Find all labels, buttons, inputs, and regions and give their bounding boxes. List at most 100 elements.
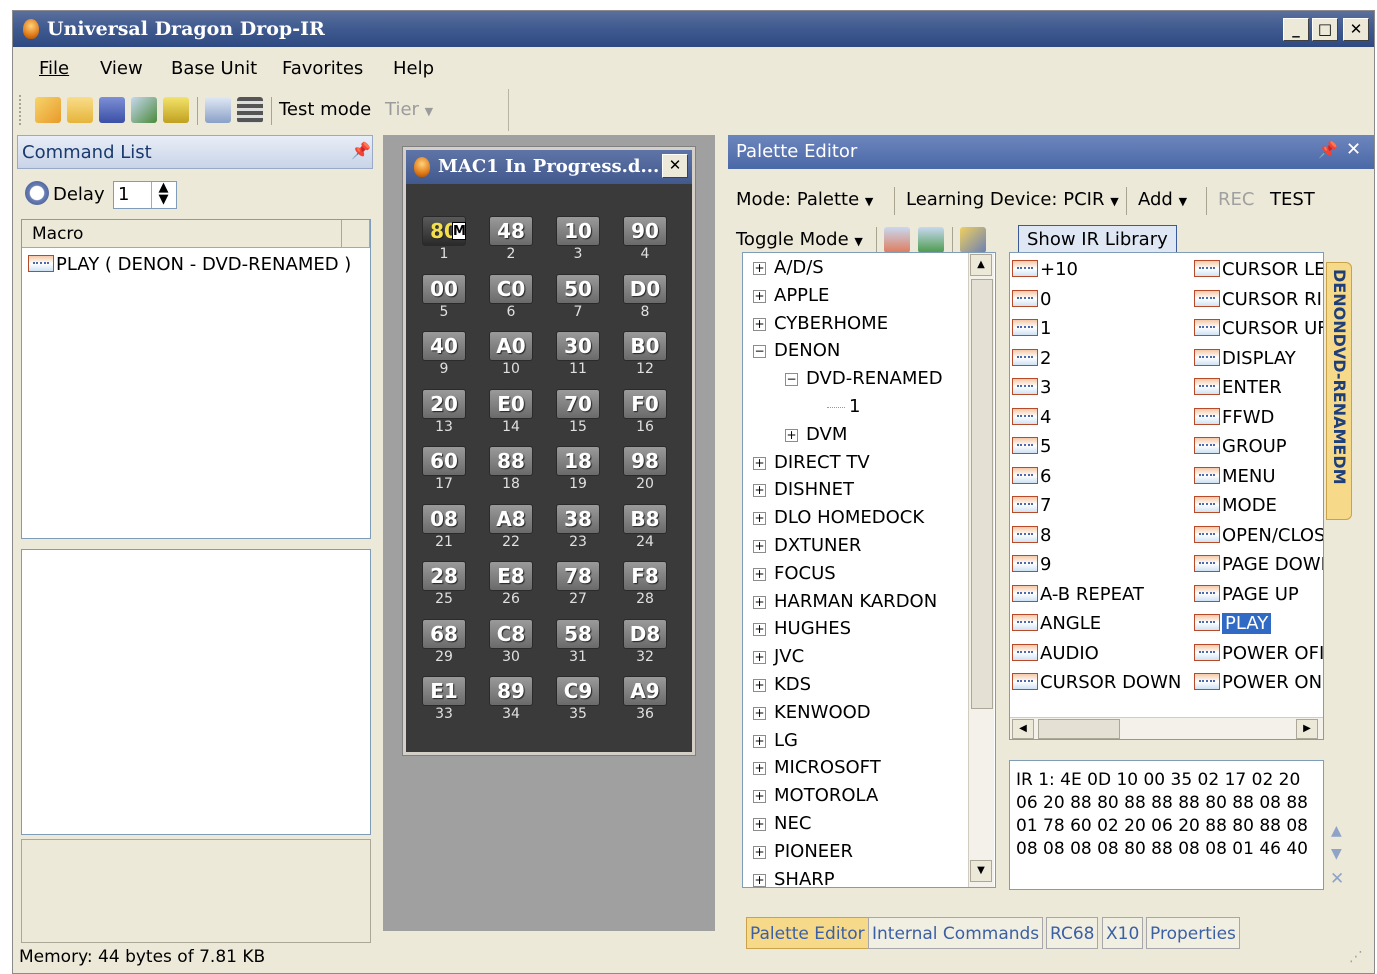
palette-command[interactable]: DISPLAY	[1194, 348, 1296, 369]
close-button[interactable]: ✕	[1343, 18, 1369, 41]
palette-command[interactable]: CURSOR UF	[1194, 318, 1323, 339]
palette-command[interactable]: 0	[1012, 289, 1051, 310]
keypad-key[interactable]: A9	[623, 676, 667, 706]
tree-node[interactable]: + HUGHES	[753, 618, 851, 639]
tree-node[interactable]: + HARMAN KARDON	[753, 591, 937, 612]
export-icon[interactable]	[131, 97, 157, 123]
keypad-key[interactable]: C0	[489, 273, 533, 304]
palette-command[interactable]: ANGLE	[1012, 613, 1101, 634]
expand-icon[interactable]: +	[753, 762, 766, 776]
tree-node[interactable]: + A/D/S	[753, 257, 824, 278]
expand-icon[interactable]: +	[753, 845, 766, 859]
menu-file[interactable]: File	[39, 58, 69, 79]
keypad-key[interactable]: F8	[623, 561, 667, 591]
macro-window-titlebar[interactable]: MAC1 In Progress.d... ✕	[406, 150, 692, 184]
toggle-mode-dropdown[interactable]: Toggle Mode ▼	[736, 229, 863, 250]
palette-command[interactable]: 4	[1012, 407, 1051, 428]
palette-command[interactable]: 6	[1012, 466, 1051, 487]
scroll-left-arrow-icon[interactable]: ◀	[1012, 719, 1034, 739]
ir-library-tree[interactable]: + A/D/S + APPLE + CYBERHOME − DENON − DVD-RENAMED…	[742, 252, 996, 888]
tree-scrollbar[interactable]: ▲ ▼	[968, 253, 994, 887]
keypad-key[interactable]: 18	[556, 446, 600, 476]
palette-command[interactable]: 2	[1012, 348, 1051, 369]
tree-node[interactable]: + CYBERHOME	[753, 313, 888, 334]
palette-command[interactable]: MENU	[1194, 466, 1276, 487]
keypad-key[interactable]: B0	[623, 331, 667, 361]
close-icon[interactable]: ✕	[1346, 139, 1361, 160]
palette-command[interactable]: FFWD	[1194, 407, 1274, 428]
keypad-key[interactable]: B8	[623, 503, 667, 534]
tree-node[interactable]: + MICROSOFT	[753, 757, 881, 778]
keypad-key[interactable]: 90	[623, 216, 667, 246]
palette-command[interactable]: 1	[1012, 318, 1051, 339]
palette-command[interactable]: CURSOR DOWN	[1012, 672, 1181, 693]
expand-icon[interactable]: +	[753, 540, 766, 553]
expand-icon[interactable]: +	[753, 790, 766, 804]
tree-node[interactable]: + APPLE	[753, 285, 829, 306]
delay-spinner[interactable]: ▲ ▼	[151, 181, 175, 208]
menu-view[interactable]: View	[100, 58, 143, 79]
move-down-icon[interactable]	[918, 227, 944, 253]
palette-side-tab[interactable]: DENONDVD-RENAMEDM	[1326, 262, 1352, 520]
list-item[interactable]: PLAY ( DENON - DVD-RENAMED )	[28, 254, 351, 275]
resize-grip-icon[interactable]: ⋰	[1349, 949, 1363, 965]
expand-icon[interactable]: +	[753, 734, 766, 748]
tree-node[interactable]: + DXTUNER	[753, 535, 861, 556]
keypad-key[interactable]: 00	[422, 273, 466, 304]
keypad-key[interactable]: 58	[556, 618, 600, 649]
palette-command[interactable]: AUDIO	[1012, 643, 1099, 664]
menu-base-unit[interactable]: Base Unit	[171, 58, 257, 79]
add-dropdown[interactable]: Add ▼	[1138, 189, 1187, 210]
menu-favorites[interactable]: Favorites	[282, 58, 363, 79]
keypad-key[interactable]: 48	[489, 216, 533, 246]
tree-node[interactable]: − DENON	[753, 340, 840, 361]
pin-icon[interactable]: 📌	[1318, 140, 1338, 159]
expand-icon[interactable]: +	[753, 567, 766, 581]
expand-icon[interactable]: +	[753, 456, 766, 470]
expand-icon[interactable]: +	[753, 595, 766, 609]
rename-icon[interactable]	[205, 97, 231, 123]
tree-node[interactable]: + NEC	[753, 813, 811, 834]
palette-command[interactable]: GROUP	[1194, 436, 1287, 457]
rec-button[interactable]: REC	[1218, 189, 1254, 210]
keypad-key[interactable]: 89	[489, 676, 533, 706]
palette-command[interactable]: 7	[1012, 495, 1051, 516]
macro-close-button[interactable]: ✕	[662, 154, 688, 178]
expand-icon[interactable]: +	[753, 484, 766, 498]
title-bar[interactable]: Universal Dragon Drop-IR _ □ ✕	[13, 11, 1374, 47]
command-scroll-thumb[interactable]	[1038, 719, 1120, 739]
keypad-key[interactable]: E1	[422, 676, 466, 706]
palette-command[interactable]: MODE	[1194, 495, 1277, 516]
keypad-key[interactable]: 60	[422, 446, 466, 476]
keypad-key[interactable]: 38	[556, 503, 600, 534]
tree-node[interactable]: + MOTOROLA	[753, 785, 878, 806]
new-file-icon[interactable]	[35, 97, 61, 123]
tree-node[interactable]: 1	[827, 396, 860, 417]
scroll-right-arrow-icon[interactable]: ▶	[1296, 719, 1318, 739]
keypad-key[interactable]: D8	[623, 618, 667, 649]
keypad-key[interactable]: 50	[556, 273, 600, 304]
tree-scroll-thumb[interactable]	[971, 279, 993, 709]
import-icon[interactable]	[163, 97, 189, 123]
keypad-key[interactable]: 30	[556, 331, 600, 361]
keypad-key[interactable]: F0	[623, 388, 667, 419]
tree-node[interactable]: + DIRECT TV	[753, 452, 870, 473]
keypad-key[interactable]: 70	[556, 388, 600, 419]
keypad-key[interactable]: 08	[422, 503, 466, 534]
scroll-down-arrow-icon[interactable]: ▼	[970, 860, 992, 882]
keypad-key[interactable]: 40	[422, 331, 466, 361]
save-icon[interactable]	[99, 97, 125, 123]
open-folder-icon[interactable]	[67, 97, 93, 123]
keypad-key[interactable]: 20	[422, 388, 466, 419]
keypad-key[interactable]: 98	[623, 446, 667, 476]
palette-command[interactable]: 3	[1012, 377, 1051, 398]
expand-icon[interactable]: +	[753, 262, 766, 275]
expand-icon[interactable]: +	[753, 873, 766, 887]
palette-command[interactable]: +10	[1012, 259, 1078, 280]
palette-command[interactable]: POWER OFI	[1194, 643, 1323, 664]
ir-library-icon[interactable]	[960, 227, 986, 253]
collapse-icon[interactable]: −	[785, 373, 798, 387]
palette-command[interactable]: CURSOR LE	[1194, 259, 1323, 280]
tree-node[interactable]: + LG	[753, 730, 798, 751]
toolbar-grip[interactable]	[19, 95, 23, 125]
